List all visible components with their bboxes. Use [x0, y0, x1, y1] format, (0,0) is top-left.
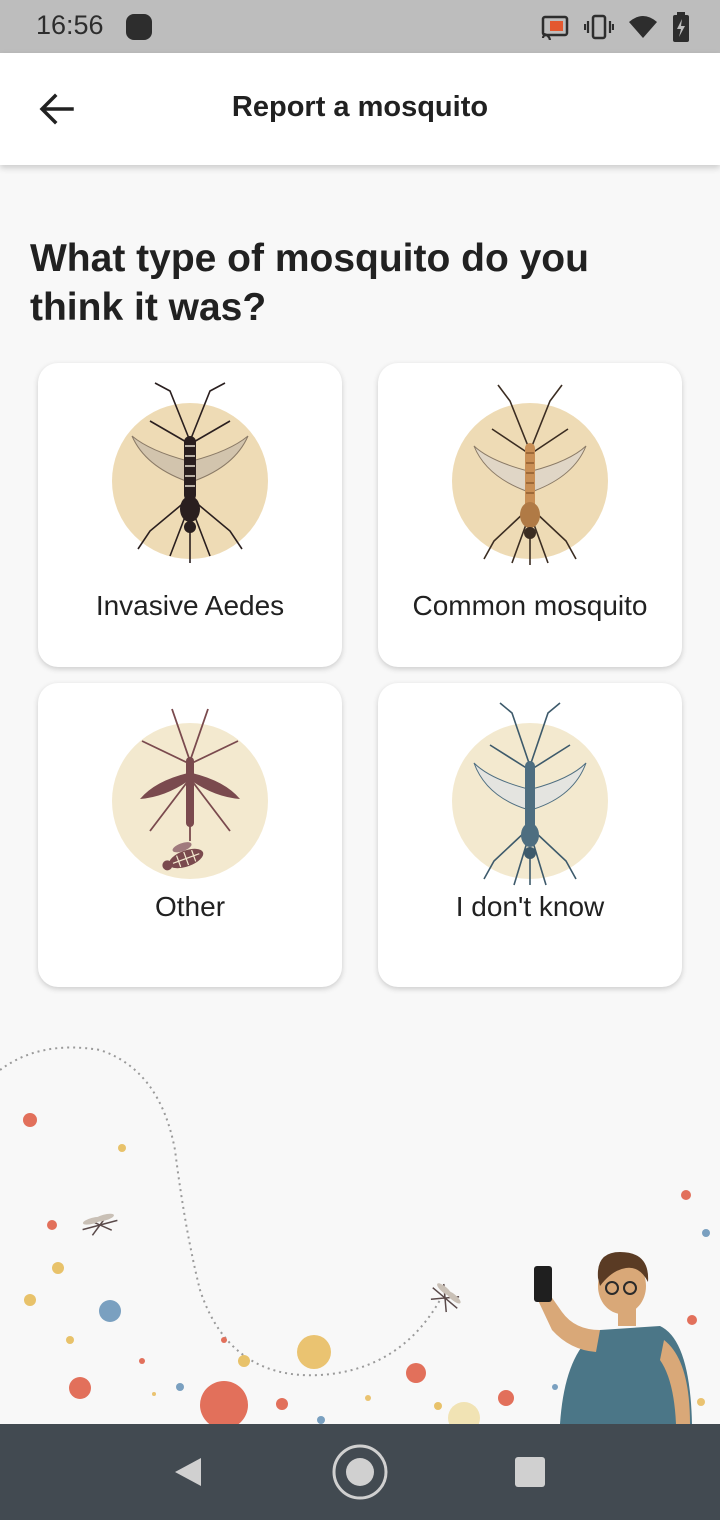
- option-label: Other: [154, 891, 226, 922]
- option-common-mosquito-card[interactable]: Common mosquito: [378, 363, 682, 667]
- option-other-card[interactable]: Other: [38, 683, 342, 987]
- unknown-mosquito-icon: [452, 702, 608, 886]
- nav-home-button[interactable]: [330, 1442, 390, 1502]
- person-illustration: [534, 1252, 692, 1424]
- back-triangle-icon: [175, 1458, 201, 1486]
- question-heading: What type of mosquito do you think it wa…: [30, 237, 589, 329]
- common-mosquito-icon: [452, 384, 608, 565]
- status-icons: [540, 10, 690, 44]
- option-label: Common mosquito: [412, 590, 648, 621]
- nav-recents-button[interactable]: [500, 1442, 560, 1502]
- wifi-icon: [629, 16, 657, 38]
- decorative-illustration: [0, 1046, 710, 1424]
- status-bar: 16:56: [0, 0, 720, 53]
- battery-charging-icon: [673, 12, 689, 42]
- vibrate-icon: [584, 14, 614, 40]
- option-label: Invasive Aedes: [95, 590, 285, 621]
- nav-back-button[interactable]: [158, 1442, 218, 1502]
- cast-icon: [541, 15, 569, 40]
- app-bar: Report a mosquito: [0, 53, 720, 165]
- aedes-mosquito-icon: [112, 382, 268, 563]
- recents-square-icon: [515, 1457, 545, 1487]
- home-circle-icon: [332, 1444, 388, 1500]
- status-time: 16:56: [36, 10, 104, 40]
- option-invasive-aedes-card[interactable]: Invasive Aedes: [38, 363, 342, 667]
- option-label: I don't know: [455, 891, 605, 922]
- other-insects-icon: [112, 708, 268, 879]
- system-nav-bar: [0, 1424, 720, 1520]
- app-notification-icon: [126, 14, 152, 40]
- option-dont-know-card[interactable]: I don't know: [378, 683, 682, 987]
- page-title: Report a mosquito: [231, 91, 489, 123]
